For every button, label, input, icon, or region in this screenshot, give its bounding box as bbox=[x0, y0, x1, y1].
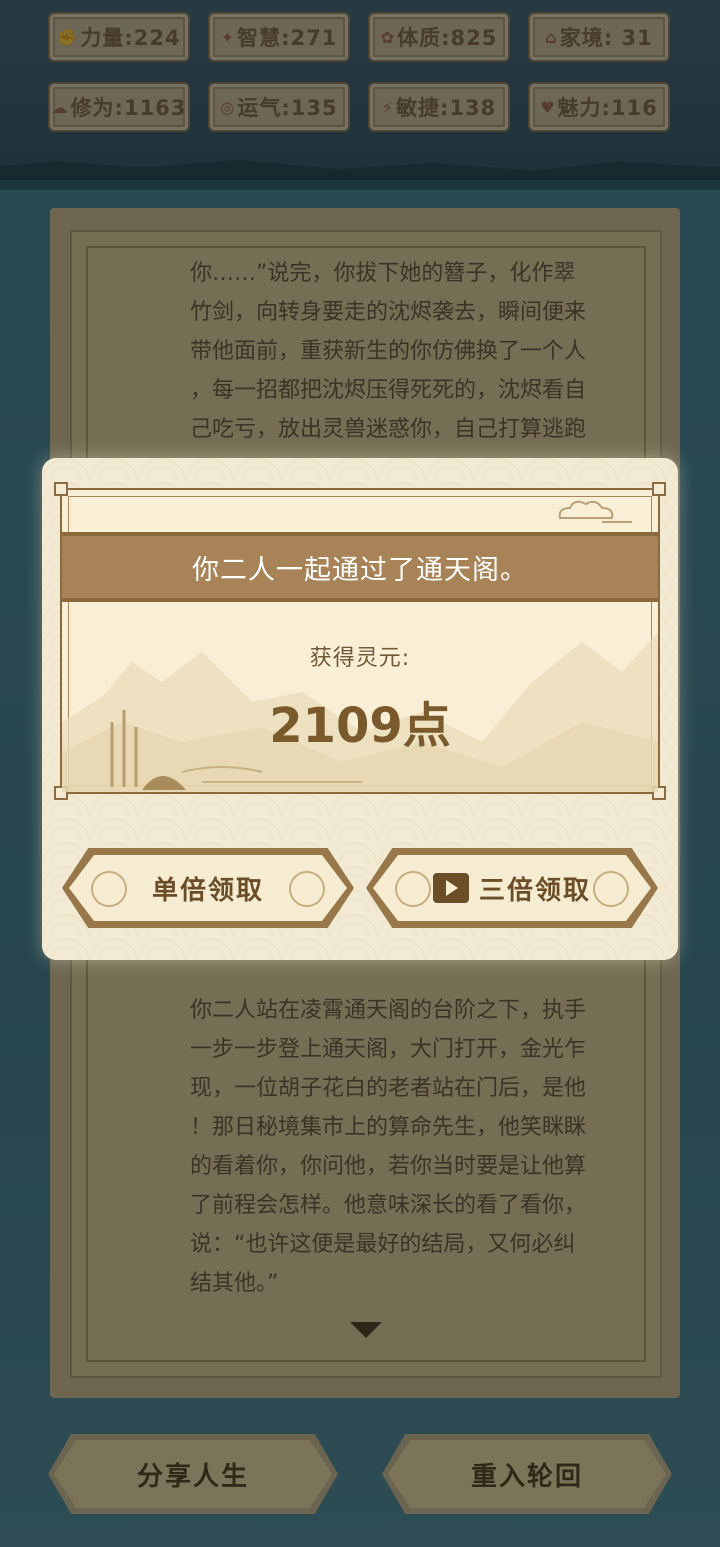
story-line: 现，一位胡子花白的老者站在门后，是他 bbox=[190, 1076, 587, 1101]
story-line: 说：“也许这便是最好的结局，又何必纠 bbox=[190, 1232, 576, 1257]
triple-claim-inner: 三倍领取 bbox=[373, 855, 651, 921]
story-line: 你二人站在凌霄通天阁的台阶之下，执手 bbox=[190, 998, 587, 1023]
share-life-button[interactable]: 分享人生 bbox=[48, 1434, 338, 1514]
swirl-ornament-icon bbox=[593, 871, 629, 907]
triple-claim-button[interactable]: 三倍领取 bbox=[366, 848, 658, 928]
story-text-top: 你……”说完，你拔下她的簪子，化作翠 竹剑，向转身要走的沈烬袭去，瞬间便来 带他… bbox=[190, 254, 630, 449]
swirl-ornament-icon bbox=[91, 871, 127, 907]
story-line: 己吃亏，放出灵兽迷惑你，自己打算逃跑 bbox=[190, 417, 587, 442]
share-life-label: 分享人生 bbox=[136, 1461, 249, 1492]
triple-claim-label: 三倍领取 bbox=[478, 875, 591, 906]
cloud-icon bbox=[558, 500, 632, 523]
story-line: 你……”说完，你拔下她的簪子，化作翠 bbox=[190, 261, 576, 286]
reward-modal: 你二人一起通过了通天阁。 获得灵元: 2109点 单倍领取 三倍领取 bbox=[42, 458, 678, 960]
corner-ornament bbox=[54, 482, 68, 496]
single-claim-inner: 单倍领取 bbox=[69, 855, 347, 921]
story-line: ，每一招都把沈烬压得死死的，沈烬看自 bbox=[190, 378, 587, 403]
story-text-bottom[interactable]: 你二人站在凌霄通天阁的台阶之下，执手 一步一步登上通天阁，大门打开，金光乍 现，… bbox=[190, 991, 630, 1303]
scroll-down-icon[interactable] bbox=[350, 1322, 382, 1338]
dim-overlay bbox=[0, 0, 720, 180]
reward-label: 获得灵元: bbox=[309, 646, 411, 671]
single-claim-label: 单倍领取 bbox=[151, 875, 264, 906]
reward-card: 你二人一起通过了通天阁。 获得灵元: 2109点 bbox=[54, 482, 666, 800]
story-line: 结其他。” bbox=[190, 1271, 279, 1296]
modal-title: 你二人一起通过了通天阁。 bbox=[192, 554, 528, 586]
story-line: 竹剑，向转身要走的沈烬袭去，瞬间便来 bbox=[190, 300, 587, 325]
reward-value: 2109点 bbox=[269, 698, 451, 754]
rebirth-button[interactable]: 重入轮回 bbox=[382, 1434, 672, 1514]
single-claim-button[interactable]: 单倍领取 bbox=[62, 848, 354, 928]
video-play-icon bbox=[432, 873, 469, 903]
story-line: 了前程会怎样。他意味深长的看了看你， bbox=[190, 1193, 587, 1218]
story-line: 的看着你，你问他，若你当时要是让他算 bbox=[190, 1154, 587, 1179]
swirl-ornament-icon bbox=[289, 871, 325, 907]
modal-title-band: 你二人一起通过了通天阁。 bbox=[62, 532, 658, 602]
corner-ornament bbox=[652, 482, 666, 496]
story-line: 一步一步登上通天阁，大门打开，金光乍 bbox=[190, 1037, 587, 1062]
story-line: ！那日秘境集市上的算命先生，他笑眯眯 bbox=[190, 1115, 587, 1140]
story-line: 带他面前，重获新生的你仿佛换了一个人 bbox=[190, 339, 587, 364]
swirl-ornament-icon bbox=[395, 871, 431, 907]
rebirth-label: 重入轮回 bbox=[470, 1461, 583, 1492]
